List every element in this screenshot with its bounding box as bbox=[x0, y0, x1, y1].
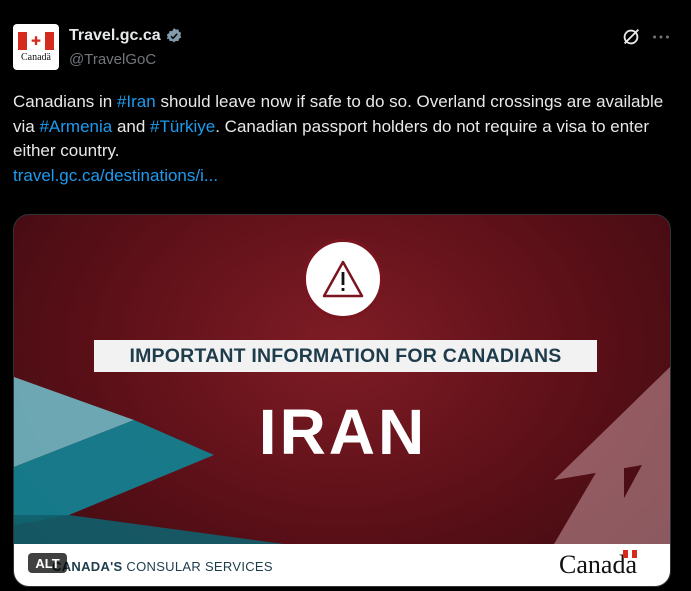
card-footer: CANADA'S CONSULAR SERVICES Canada bbox=[14, 544, 670, 586]
hashtag-iran[interactable]: #Iran bbox=[117, 92, 156, 111]
warning-circle bbox=[303, 239, 383, 319]
avatar-wordmark: Canadä bbox=[21, 51, 51, 63]
tweet-link[interactable]: travel.gc.ca/destinations/i... bbox=[13, 166, 218, 185]
grok-icon[interactable] bbox=[620, 26, 642, 48]
wordmark-flag-icon bbox=[623, 550, 638, 558]
card-country: IRAN bbox=[258, 396, 428, 468]
warning-icon bbox=[322, 260, 364, 298]
handle[interactable]: @TravelGoC bbox=[69, 51, 156, 68]
card-banner: IMPORTANT INFORMATION FOR CANADIANS bbox=[94, 340, 597, 372]
tweet-text-part: and bbox=[112, 116, 151, 136]
footer-rest: CONSULAR SERVICES bbox=[122, 559, 273, 574]
tweet-text-part: Canadians in bbox=[13, 92, 117, 111]
media-card[interactable]: IMPORTANT INFORMATION FOR CANADIANS IRAN… bbox=[13, 214, 671, 587]
display-name[interactable]: Travel.gc.ca bbox=[69, 27, 161, 45]
avatar[interactable]: ✚ Canadä bbox=[13, 24, 59, 70]
alt-badge[interactable]: ALT bbox=[28, 553, 67, 573]
hashtag-turkiye[interactable]: #Türkiye bbox=[150, 117, 215, 136]
canada-flag-icon: ✚ bbox=[18, 31, 54, 50]
tweet-text: Canadians in #Iran should leave now if s… bbox=[13, 90, 678, 188]
consular-services-label: CANADA'S CONSULAR SERVICES bbox=[52, 559, 273, 574]
verified-badge-icon bbox=[166, 28, 181, 43]
more-icon[interactable] bbox=[650, 26, 672, 48]
author-name-row: Travel.gc.ca bbox=[69, 27, 183, 45]
hashtag-armenia[interactable]: #Armenia bbox=[39, 117, 112, 136]
